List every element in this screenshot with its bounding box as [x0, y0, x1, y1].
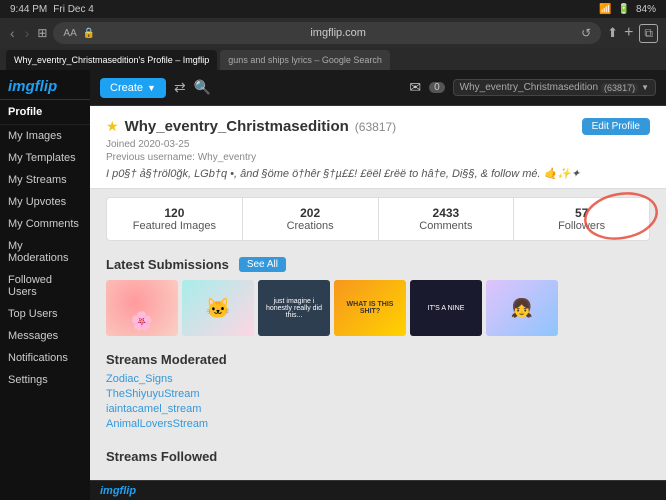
forward-button[interactable]: ›	[23, 23, 32, 43]
profile-header: ★ Why_eventry_Christmasedition (63817) E…	[90, 106, 666, 189]
submission-thumb-6[interactable]: 👧	[486, 280, 558, 336]
dropdown-icon: ▼	[641, 83, 649, 92]
sidebar-logo: imgflip	[0, 70, 90, 100]
reload-icon[interactable]: ↺	[581, 26, 591, 40]
mail-icon[interactable]: ✉	[409, 79, 421, 96]
stat-followers: 57 Followers	[514, 198, 649, 240]
stream-link-zodiac[interactable]: Zodiac_Signs	[106, 373, 650, 385]
status-date: Fri Dec 4	[53, 4, 94, 15]
sidebar-item-profile[interactable]: Profile	[0, 100, 90, 125]
aa-label: AA	[63, 28, 76, 39]
bottom-logo: imgflip	[100, 485, 136, 497]
profile-bio: I p0§† ả§†röl0ğk, LGb†q •, ând §öme ö†hê…	[106, 167, 650, 180]
stat-comments: 2433 Comments	[379, 198, 515, 240]
stat-comments-label: Comments	[383, 220, 510, 232]
sidebar-item-settings[interactable]: Settings	[0, 369, 90, 391]
submission-thumb-5[interactable]: IT'S A NINE	[410, 280, 482, 336]
search-icon[interactable]: 🔍	[194, 79, 211, 96]
stream-link-shiyuyu[interactable]: TheShiyuyuStream	[106, 388, 650, 400]
submission-thumb-3[interactable]: just imagine i honestly really did this.…	[258, 280, 330, 336]
user-id-badge: (63817)	[601, 83, 638, 93]
status-time: 9:44 PM	[10, 4, 47, 15]
battery-icon: 🔋	[618, 4, 630, 15]
bottom-bar: imgflip	[90, 480, 666, 500]
stat-comments-number: 2433	[383, 206, 510, 220]
stat-creations-label: Creations	[247, 220, 374, 232]
tab-grid-button[interactable]: ⊞	[37, 26, 47, 40]
new-tab-button[interactable]: +	[624, 24, 633, 42]
url-text: imgflip.com	[101, 27, 575, 39]
stream-link-animallovers[interactable]: AnimalLoversStream	[106, 418, 650, 430]
sidebar-item-my-comments[interactable]: My Comments	[0, 213, 90, 235]
sidebar-item-my-upvotes[interactable]: My Upvotes	[0, 191, 90, 213]
address-bar[interactable]: AA 🔒 imgflip.com ↺	[53, 22, 601, 44]
streams-followed-title: Streams Followed	[106, 449, 650, 464]
create-button[interactable]: Create ▼	[100, 78, 166, 98]
stats-bar: 120 Featured Images 202 Creations 2433 C…	[106, 197, 650, 241]
submission-thumb-2[interactable]: 🐱	[182, 280, 254, 336]
sidebar: imgflip Profile My Images My Templates M…	[0, 70, 90, 500]
main-content: Create ▼ ⇄ 🔍 ✉ 0 Why_eventry_Christmased…	[90, 70, 666, 500]
sidebar-item-my-templates[interactable]: My Templates	[0, 147, 90, 169]
sidebar-item-my-streams[interactable]: My Streams	[0, 169, 90, 191]
submissions-title: Latest Submissions	[106, 257, 229, 272]
sidebar-item-my-images[interactable]: My Images	[0, 125, 90, 147]
sidebar-item-top-users[interactable]: Top Users	[0, 303, 90, 325]
stat-followers-number: 57	[518, 206, 645, 220]
app-body: imgflip Profile My Images My Templates M…	[0, 70, 666, 500]
see-all-button[interactable]: See All	[239, 257, 286, 272]
sidebar-item-followed-users[interactable]: Followed Users	[0, 269, 90, 303]
submission-thumb-1[interactable]: 🌸	[106, 280, 178, 336]
stream-link-iaintacamel[interactable]: iaintacamel_stream	[106, 403, 650, 415]
back-button[interactable]: ‹	[8, 23, 17, 43]
edit-profile-button[interactable]: Edit Profile	[582, 118, 650, 135]
tabs-button[interactable]: ⧉	[639, 24, 658, 43]
tab-active[interactable]: Why_eventry_Christmasedition's Profile –…	[6, 50, 217, 70]
tab-inactive[interactable]: guns and ships lyrics – Google Search	[220, 50, 390, 70]
submissions-section: Latest Submissions See All 🌸 🐱 just imag…	[90, 249, 666, 344]
content-area: ★ Why_eventry_Christmasedition (63817) E…	[90, 106, 666, 480]
stat-featured-label: Featured Images	[111, 220, 238, 232]
tab-bar: Why_eventry_Christmasedition's Profile –…	[0, 48, 666, 70]
profile-userid: (63817)	[355, 120, 396, 134]
sidebar-item-messages[interactable]: Messages	[0, 325, 90, 347]
top-bar: Create ▼ ⇄ 🔍 ✉ 0 Why_eventry_Christmased…	[90, 70, 666, 106]
streams-followed-section: Streams Followed	[90, 441, 666, 478]
wifi-icon: 📶	[599, 4, 611, 15]
shuffle-icon[interactable]: ⇄	[174, 79, 186, 96]
top-bar-right: ✉ 0 Why_eventry_Christmasedition (63817)…	[409, 79, 656, 96]
streams-moderated-title: Streams Moderated	[106, 352, 650, 367]
stat-followers-label: Followers	[518, 220, 645, 232]
sidebar-item-my-moderations[interactable]: My Moderations	[0, 235, 90, 269]
profile-username: Why_eventry_Christmasedition	[125, 118, 349, 135]
status-bar: 9:44 PM Fri Dec 4 📶 🔋 84%	[0, 0, 666, 18]
profile-join-date: Joined 2020-03-25	[106, 139, 650, 150]
notification-count: 0	[429, 82, 445, 93]
submission-thumb-4[interactable]: WHAT IS THIS SHIT?	[334, 280, 406, 336]
battery-level: 84%	[636, 4, 656, 15]
star-icon: ★	[106, 118, 119, 135]
stat-creations: 202 Creations	[243, 198, 379, 240]
streams-moderated-section: Streams Moderated Zodiac_Signs TheShiyuy…	[90, 344, 666, 441]
profile-previous-username: Previous username: Why_eventry	[106, 152, 650, 163]
chevron-down-icon: ▼	[147, 83, 156, 93]
stat-featured: 120 Featured Images	[107, 198, 243, 240]
username-badge[interactable]: Why_eventry_Christmasedition (63817) ▼	[453, 79, 656, 96]
stat-creations-number: 202	[247, 206, 374, 220]
share-button[interactable]: ⬆	[607, 25, 618, 41]
stat-featured-number: 120	[111, 206, 238, 220]
submissions-grid: 🌸 🐱 just imagine i honestly really did t…	[106, 280, 650, 336]
browser-chrome: ‹ › ⊞ AA 🔒 imgflip.com ↺ ⬆ + ⧉	[0, 18, 666, 48]
sidebar-item-notifications[interactable]: Notifications	[0, 347, 90, 369]
lock-icon: 🔒	[83, 28, 95, 39]
